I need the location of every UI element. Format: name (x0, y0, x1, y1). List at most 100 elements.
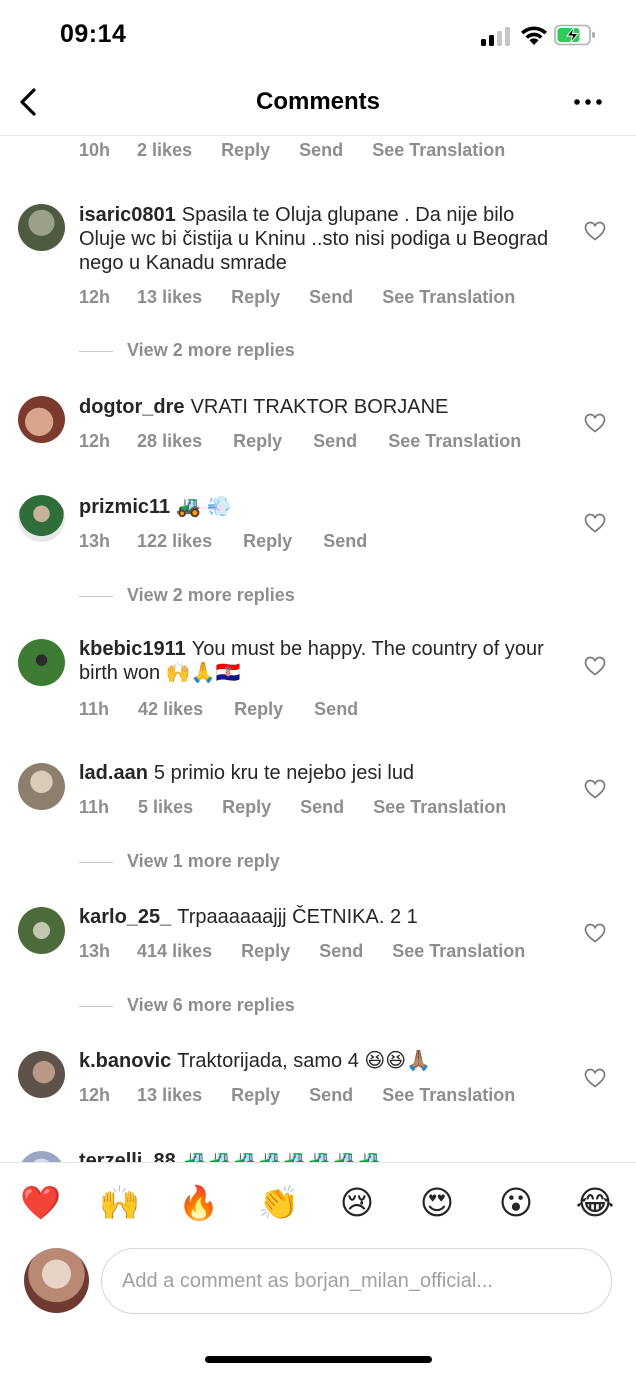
heart-icon[interactable] (584, 923, 606, 943)
comment-username[interactable]: isaric0801 (79, 204, 176, 226)
comment-time: 12h (79, 287, 111, 307)
view-more-replies-button[interactable]: View 2 more replies (79, 585, 295, 609)
see-translation-button[interactable]: See Translation (388, 431, 521, 452)
view-replies-label[interactable]: View 6 more replies (127, 995, 295, 1015)
likes-count[interactable]: 28 likes (137, 431, 202, 452)
reply-button[interactable]: Reply (231, 287, 280, 308)
comment-body: 5 primio kru te nejebo jesi lud (153, 762, 415, 784)
avatar[interactable] (18, 639, 65, 686)
comment-body: Traktorijada, samo 4 😆😆🙏🏽 (177, 1050, 431, 1072)
see-translation-button[interactable]: See Translation (382, 287, 515, 308)
surprised-face-emoji-button[interactable]: 😮 (496, 1183, 536, 1223)
avatar[interactable] (18, 1051, 65, 1098)
view-replies-label[interactable]: View 1 more reply (127, 851, 280, 871)
comment-meta: 11h 5 likes Reply Send See Translation (79, 797, 506, 818)
reply-button[interactable]: Reply (243, 531, 292, 552)
heart-icon[interactable] (584, 221, 606, 241)
avatar[interactable] (18, 1151, 65, 1162)
view-replies-label[interactable]: View 2 more replies (127, 340, 295, 360)
heart-icon[interactable] (584, 413, 606, 433)
comment-list[interactable]: 10h 2 likes Reply Send See Translation i… (0, 137, 636, 1162)
heart-icon[interactable] (584, 513, 606, 533)
heart-icon[interactable] (584, 779, 606, 799)
likes-count[interactable]: 414 likes (137, 941, 212, 962)
comment-body: VRATI TRAKTOR BORJANE (190, 396, 449, 418)
comment-username[interactable]: dogtor_dre (79, 396, 185, 418)
cellular-signal-icon (481, 26, 513, 46)
see-translation-button[interactable]: See Translation (372, 140, 505, 161)
reply-button[interactable]: Reply (241, 941, 290, 962)
tears-of-joy-emoji-button[interactable]: 😂 (575, 1183, 615, 1223)
likes-count[interactable]: 42 likes (138, 699, 203, 720)
comment-username[interactable]: prizmic11 (79, 496, 170, 518)
heart-icon[interactable] (584, 656, 606, 676)
likes-count[interactable]: 13 likes (137, 287, 202, 308)
comment-body: 🚜🚜🚜🚜🚜🚜🚜🚜 (181, 1150, 381, 1162)
comment-body: Trpaaaaaajjj ČETNIKA. 2 1 (177, 906, 418, 928)
crying-face-emoji-button[interactable]: 😢 (337, 1183, 377, 1223)
likes-count[interactable]: 5 likes (138, 797, 193, 818)
comment-item: isaric0801 Spasila te Oluja glupane . Da … (0, 197, 636, 387)
replies-divider (79, 595, 113, 597)
comment-username[interactable]: karlo_25_ (79, 906, 171, 928)
raising-hands-emoji-button[interactable]: 🙌 (99, 1183, 140, 1223)
comment-username[interactable]: lad.aan (79, 762, 148, 784)
comment-text: kbebic1911 You must be happy. The country… (79, 637, 565, 685)
likes-count[interactable]: 13 likes (137, 1085, 202, 1106)
send-button[interactable]: Send (323, 531, 367, 552)
home-indicator (205, 1356, 432, 1363)
send-button[interactable]: Send (309, 1085, 353, 1106)
red-heart-emoji-button[interactable]: ❤️ (20, 1183, 61, 1223)
view-more-replies-button[interactable]: View 2 more replies (79, 340, 295, 364)
comment-item: lad.aan 5 primio kru te nejebo jesi lud 1… (0, 757, 636, 897)
view-more-replies-button[interactable]: View 6 more replies (79, 995, 295, 1019)
send-button[interactable]: Send (300, 797, 344, 818)
send-button[interactable]: Send (313, 431, 357, 452)
comment-item: terzelli_88 🚜🚜🚜🚜🚜🚜🚜🚜 (0, 1147, 636, 1162)
status-bar: 09:14 (0, 0, 636, 70)
see-translation-button[interactable]: See Translation (382, 1085, 515, 1106)
send-button[interactable]: Send (319, 941, 363, 962)
avatar[interactable] (18, 396, 65, 443)
send-button[interactable]: Send (314, 699, 358, 720)
comment-time: 12h (79, 1085, 111, 1105)
reply-button[interactable]: Reply (222, 797, 271, 818)
comment-text: karlo_25_ Trpaaaaaajjj ČETNIKA. 2 1 (79, 905, 565, 929)
avatar[interactable] (18, 763, 65, 810)
comment-username[interactable]: kbebic1911 (79, 638, 186, 660)
send-button[interactable]: Send (299, 140, 343, 161)
likes-count[interactable]: 122 likes (137, 531, 212, 552)
clapping-hands-emoji-button[interactable]: 👏 (258, 1183, 299, 1223)
reply-button[interactable]: Reply (233, 431, 282, 452)
avatar[interactable] (18, 907, 65, 954)
reply-button[interactable]: Reply (234, 699, 283, 720)
heart-eyes-emoji-button[interactable]: 😍 (417, 1183, 457, 1223)
comment-username[interactable]: k.banovic (79, 1050, 171, 1072)
more-options-icon[interactable] (570, 90, 606, 114)
comment-username[interactable]: terzelli_88 (79, 1150, 176, 1162)
comment-input[interactable] (101, 1248, 612, 1314)
see-translation-button[interactable]: See Translation (373, 797, 506, 818)
comment-time: 13h (79, 941, 111, 961)
comment-text: isaric0801 Spasila te Oluja glupane . Da … (79, 203, 565, 275)
emoji-reaction-bar: ❤️ 🙌 🔥 👏 😢 😍 😮 😂 (0, 1162, 636, 1244)
view-replies-label[interactable]: View 2 more replies (127, 585, 295, 605)
comment-text: terzelli_88 🚜🚜🚜🚜🚜🚜🚜🚜 (79, 1149, 565, 1162)
reply-button[interactable]: Reply (231, 1085, 280, 1106)
view-more-replies-button[interactable]: View 1 more reply (79, 851, 280, 875)
send-button[interactable]: Send (309, 287, 353, 308)
comment-meta: 12h 13 likes Reply Send See Translation (79, 287, 515, 308)
avatar[interactable] (18, 204, 65, 251)
heart-icon[interactable] (584, 1068, 606, 1088)
current-user-avatar (24, 1248, 89, 1313)
reply-button[interactable]: Reply (221, 140, 270, 161)
battery-charging-icon (554, 24, 595, 46)
avatar[interactable] (18, 495, 65, 542)
likes-count[interactable]: 2 likes (137, 140, 192, 161)
comment-meta: 13h 122 likes Reply Send (79, 531, 367, 552)
wifi-icon (521, 26, 547, 45)
see-translation-button[interactable]: See Translation (392, 941, 525, 962)
page-title: Comments (255, 88, 381, 115)
fire-emoji-button[interactable]: 🔥 (178, 1183, 219, 1223)
replies-divider (79, 1005, 113, 1007)
